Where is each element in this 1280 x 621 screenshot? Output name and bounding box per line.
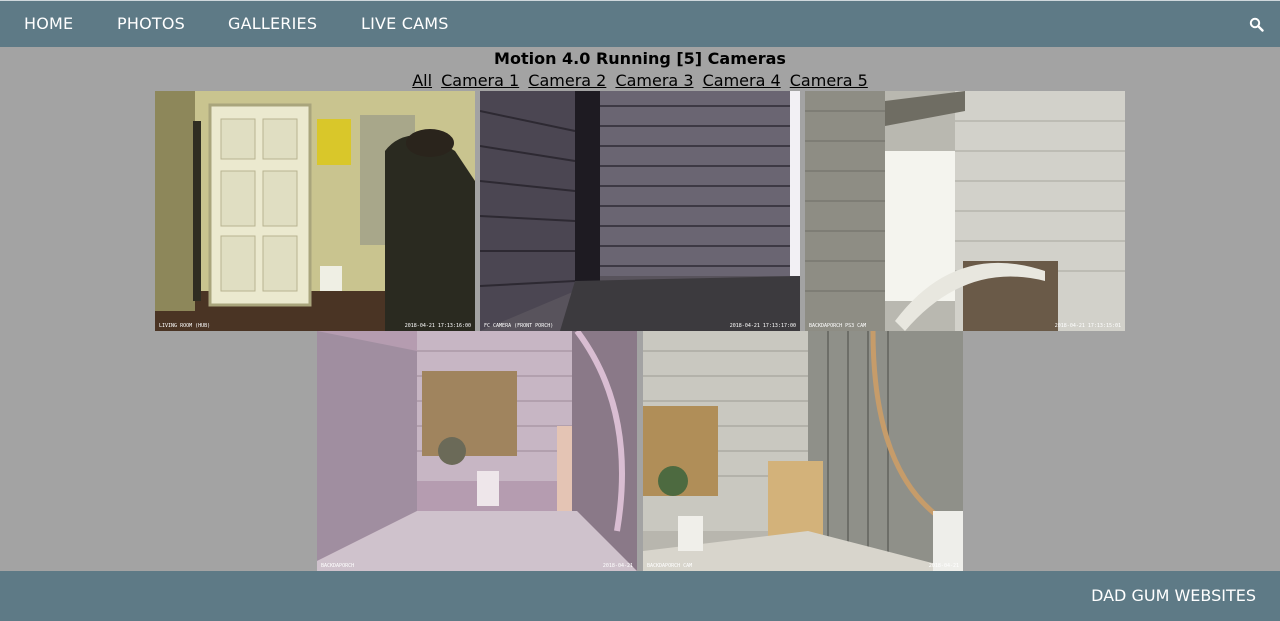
camera-2-caption: FC CAMERA (FRONT PORCH) (484, 323, 554, 329)
page-title: Motion 4.0 Running [5] Cameras (494, 49, 786, 68)
camera-1-caption: LIVING ROOM (HUB) (159, 323, 211, 329)
camera-link-2[interactable]: Camera 2 (528, 71, 606, 90)
camera-link-4[interactable]: Camera 4 (703, 71, 781, 90)
camera-link-all[interactable]: All (412, 71, 432, 90)
camera-feed-1[interactable]: LIVING ROOM (HUB) 2018-04-21 17:13:16:00 (155, 91, 475, 331)
camera-3-image (805, 91, 1125, 331)
camera-4-image (317, 331, 637, 571)
camera-feed-4[interactable]: BACKDAPORCH 2018-04-21 (317, 331, 637, 571)
camera-1-timestamp: 2018-04-21 17:13:16:00 (404, 323, 471, 329)
search-icon[interactable] (1249, 17, 1264, 32)
nav-photos[interactable]: PHOTOS (117, 1, 185, 47)
camera-2-image (480, 91, 800, 331)
camera-3-caption: BACKDAPORCH PS3 CAM (809, 323, 867, 329)
camera-feed-5[interactable]: BACKDAPORCH CAM 2018-04-21 (643, 331, 963, 571)
nav-home[interactable]: HOME (24, 1, 73, 47)
camera-3-timestamp: 2018-04-21 17:13:15:01 (1054, 323, 1121, 329)
camera-feed-2[interactable]: FC CAMERA (FRONT PORCH) 2018-04-21 17:13… (480, 91, 800, 331)
camera-1-image (155, 91, 475, 331)
camera-links: All Camera 1 Camera 2 Camera 3 Camera 4 … (0, 71, 1280, 90)
footer: DAD GUM WEBSITES (0, 571, 1280, 621)
top-navbar: HOME PHOTOS GALLERIES LIVE CAMS (0, 0, 1280, 47)
camera-4-timestamp: 2018-04-21 (602, 563, 633, 569)
footer-brand[interactable]: DAD GUM WEBSITES (1091, 586, 1256, 605)
camera-5-image (643, 331, 963, 571)
camera-link-5[interactable]: Camera 5 (790, 71, 868, 90)
camera-feed-3[interactable]: BACKDAPORCH PS3 CAM 2018-04-21 17:13:15:… (805, 91, 1125, 331)
camera-5-caption: BACKDAPORCH CAM (647, 563, 693, 569)
camera-5-timestamp: 2018-04-21 (928, 563, 959, 569)
camera-2-timestamp: 2018-04-21 17:13:17:00 (729, 323, 796, 329)
camera-link-1[interactable]: Camera 1 (441, 71, 519, 90)
camera-4-caption: BACKDAPORCH (321, 563, 355, 569)
camera-link-3[interactable]: Camera 3 (615, 71, 693, 90)
nav-galleries[interactable]: GALLERIES (228, 1, 317, 47)
nav-live-cams[interactable]: LIVE CAMS (361, 1, 449, 47)
